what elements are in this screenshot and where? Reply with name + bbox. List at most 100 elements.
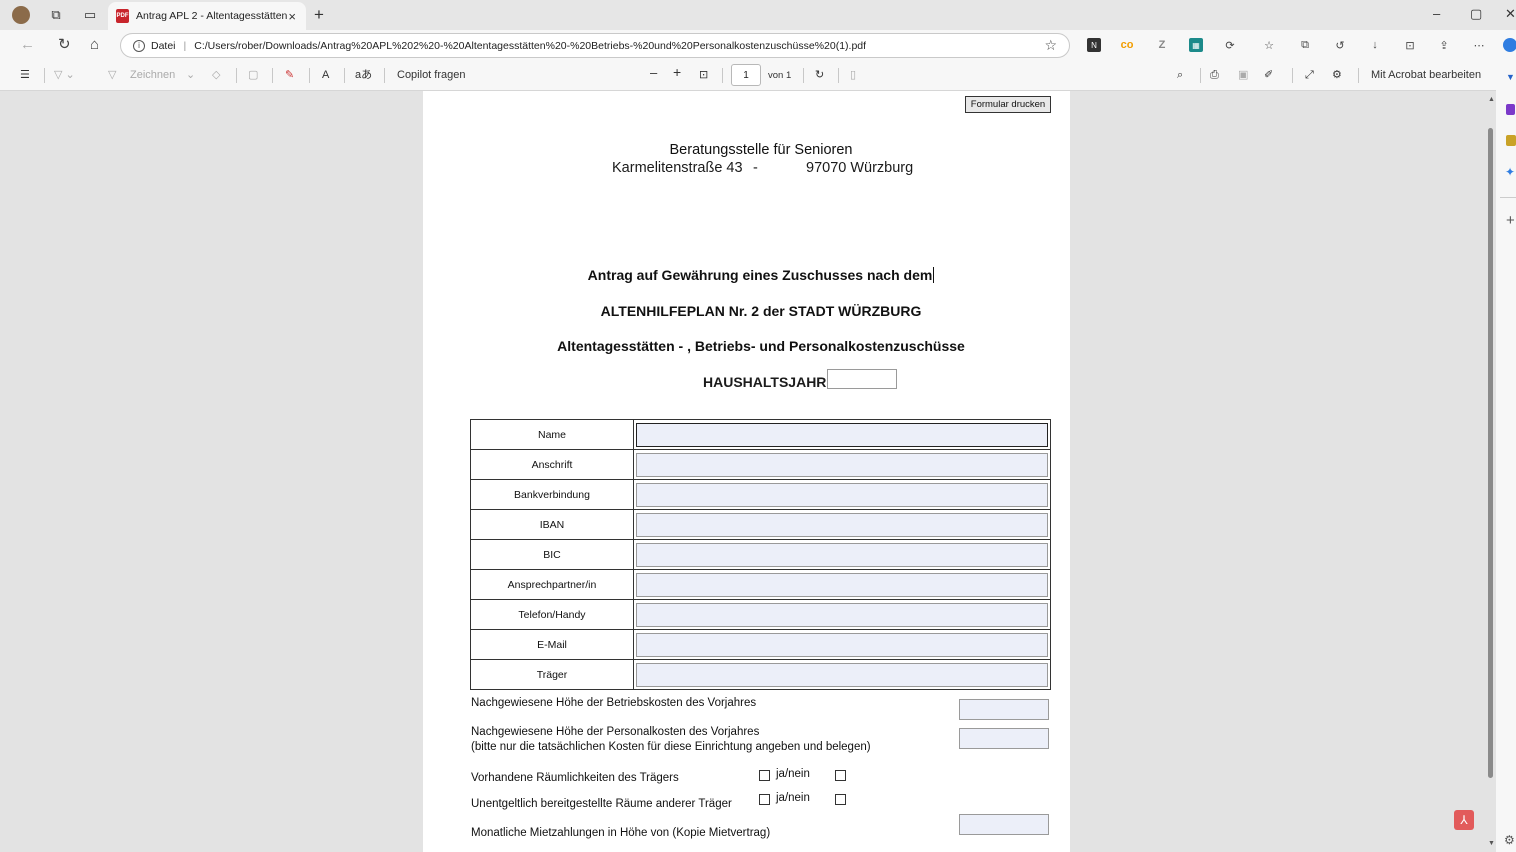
url-text[interactable]: C:/Users/rober/Downloads/Antrag%20APL%20… [194, 40, 866, 52]
page-view-icon[interactable]: ▯ [850, 68, 856, 82]
sidebar-settings-icon[interactable]: ⚙ [1504, 833, 1515, 847]
personnel-costs-input[interactable] [959, 728, 1049, 749]
extension-puzzle-icon[interactable]: ⟳ [1223, 38, 1237, 52]
zoom-out-button[interactable]: – [650, 66, 657, 80]
rooms-free-checkbox-no[interactable] [835, 794, 846, 805]
eraser-icon[interactable]: ◇ [212, 68, 220, 82]
form-row-input[interactable] [636, 632, 1048, 657]
close-tab-icon[interactable]: × [288, 9, 296, 24]
restore-button[interactable]: ▢ [1470, 6, 1482, 22]
zoom-in-button[interactable]: + [673, 65, 681, 79]
back-icon[interactable]: ← [20, 36, 35, 54]
operating-costs-input[interactable] [959, 699, 1049, 720]
rooms-free-label: Unentgeltlich bereitgestellte Räume ande… [471, 798, 732, 810]
personnel-costs-note: (bitte nur die tatsächlichen Kosten für … [471, 741, 871, 753]
pdf-page: Formular drucken Beratungsstelle für Sen… [423, 91, 1070, 852]
rotate-icon[interactable]: ↻ [815, 68, 824, 82]
save-icon[interactable]: ▣ [1238, 68, 1248, 82]
home-icon[interactable]: ⌂ [90, 36, 99, 54]
contents-icon[interactable]: ☰ [20, 68, 30, 82]
draw-dropdown-icon[interactable]: ⌄ [186, 68, 195, 82]
sidebar-shopping-icon[interactable]: ▼ [1506, 72, 1515, 82]
form-row-input[interactable] [636, 452, 1048, 477]
more-menu-icon[interactable]: ⋯ [1472, 38, 1486, 52]
form-row: Träger [470, 659, 1051, 690]
form-row: Ansprechpartner/in [470, 569, 1051, 600]
print-icon[interactable]: ⎙ [1210, 68, 1219, 82]
scrollbar-thumb[interactable] [1488, 128, 1493, 778]
text-icon[interactable]: ▢ [248, 68, 258, 82]
sidebar-onenote-icon[interactable] [1506, 104, 1515, 115]
minimize-button[interactable]: – [1433, 6, 1440, 21]
extension-grid-icon[interactable]: ▦ [1189, 38, 1203, 52]
refresh-icon[interactable]: ↻ [58, 36, 71, 54]
collections-icon[interactable]: ⧉ [1298, 38, 1312, 52]
extension-co-icon[interactable]: co [1120, 38, 1134, 52]
edge-sidebar: ▼ ✦ + ⚙ [1496, 60, 1516, 852]
copilot-icon[interactable] [1503, 38, 1516, 52]
highlight-icon[interactable]: ▽ ⌄ [54, 68, 75, 82]
history-icon[interactable]: ↺ [1333, 38, 1347, 52]
extension-z-icon[interactable]: Z [1155, 38, 1169, 52]
translate-icon[interactable]: aあ [355, 68, 372, 82]
tab-actions-icon[interactable]: ▭ [82, 7, 98, 23]
fit-page-icon[interactable]: ⊡ [699, 68, 708, 82]
title-line-1-text: Antrag auf Gewährung eines Zuschusses na… [587, 267, 933, 283]
new-tab-button[interactable]: + [311, 5, 327, 24]
divider [1200, 68, 1201, 83]
screenshot-icon[interactable]: ⊡ [1403, 38, 1417, 52]
year-input[interactable] [827, 369, 897, 389]
share-icon[interactable]: ⇪ [1437, 38, 1451, 52]
fullscreen-icon[interactable]: ⤢ [1305, 68, 1314, 82]
form-row-input[interactable] [636, 602, 1048, 627]
divider [272, 68, 273, 83]
sidebar-divider [1500, 197, 1516, 198]
form-row-input[interactable] [636, 662, 1048, 687]
page-number-input[interactable]: 1 [731, 64, 761, 86]
extension-notion-icon[interactable]: N [1087, 38, 1101, 52]
acrobat-icon[interactable]: ⅄ [1454, 810, 1474, 830]
address-separator: | [183, 39, 187, 52]
address-bar[interactable]: i Datei | C:/Users/rober/Downloads/Antra… [120, 33, 1070, 58]
form-row-label: Anschrift [470, 449, 634, 480]
favorites-icon[interactable]: ☆ [1262, 38, 1276, 52]
rooms-free-checkbox-yes[interactable] [759, 794, 770, 805]
form-row-input[interactable] [636, 512, 1048, 537]
rent-input[interactable] [959, 814, 1049, 835]
draw-label[interactable]: Zeichnen [130, 68, 175, 82]
settings-icon[interactable]: ⚙ [1332, 68, 1342, 82]
pdf-toolbar: ☰ ▽ ⌄ ▽ Zeichnen ⌄ ◇ ▢ ✎ A aあ Copilot fr… [0, 60, 1496, 91]
form-row: Anschrift [470, 449, 1051, 480]
info-icon[interactable]: i [133, 39, 145, 52]
workspaces-icon[interactable]: ⧉ [48, 7, 64, 23]
rooms-free-yes-no-label: ja/nein [776, 792, 810, 804]
rooms-own-checkbox-yes[interactable] [759, 770, 770, 781]
divider [1292, 68, 1293, 83]
form-row-input[interactable] [636, 482, 1048, 507]
close-window-button[interactable]: ✕ [1505, 6, 1516, 22]
tab-active[interactable]: PDF Antrag APL 2 - Altentagesstätten × [108, 2, 306, 30]
sidebar-copilot-icon[interactable]: ✦ [1505, 165, 1515, 179]
draw-icon[interactable]: ▽ [108, 68, 116, 82]
edit-with-acrobat-button[interactable]: Mit Acrobat bearbeiten [1371, 68, 1481, 82]
copilot-ask-button[interactable]: Copilot fragen [397, 68, 466, 82]
print-form-button[interactable]: Formular drucken [965, 96, 1051, 113]
profile-avatar[interactable] [12, 6, 30, 24]
scroll-up-icon[interactable]: ▲ [1488, 96, 1495, 103]
form-row-input[interactable] [636, 542, 1048, 567]
form-row-input[interactable] [636, 572, 1048, 597]
read-aloud-icon[interactable]: A [322, 68, 329, 82]
rooms-own-label: Vorhandene Räumlichkeiten des Trägers [471, 772, 679, 784]
org-street: Karmelitenstraße 43 [612, 160, 743, 176]
sidebar-add-icon[interactable]: + [1506, 212, 1515, 229]
save-as-icon[interactable]: ✐ [1264, 68, 1273, 82]
form-row-field-cell [633, 509, 1051, 540]
favorite-star-icon[interactable]: ☆ [1044, 37, 1057, 54]
search-icon[interactable]: ⌕ [1177, 68, 1183, 82]
form-row-input[interactable] [636, 422, 1048, 447]
sign-icon[interactable]: ✎ [285, 68, 294, 82]
scroll-down-icon[interactable]: ▼ [1488, 840, 1495, 847]
rooms-own-checkbox-no[interactable] [835, 770, 846, 781]
downloads-icon[interactable]: ↓ [1368, 38, 1382, 52]
sidebar-tools-icon[interactable] [1506, 135, 1516, 146]
